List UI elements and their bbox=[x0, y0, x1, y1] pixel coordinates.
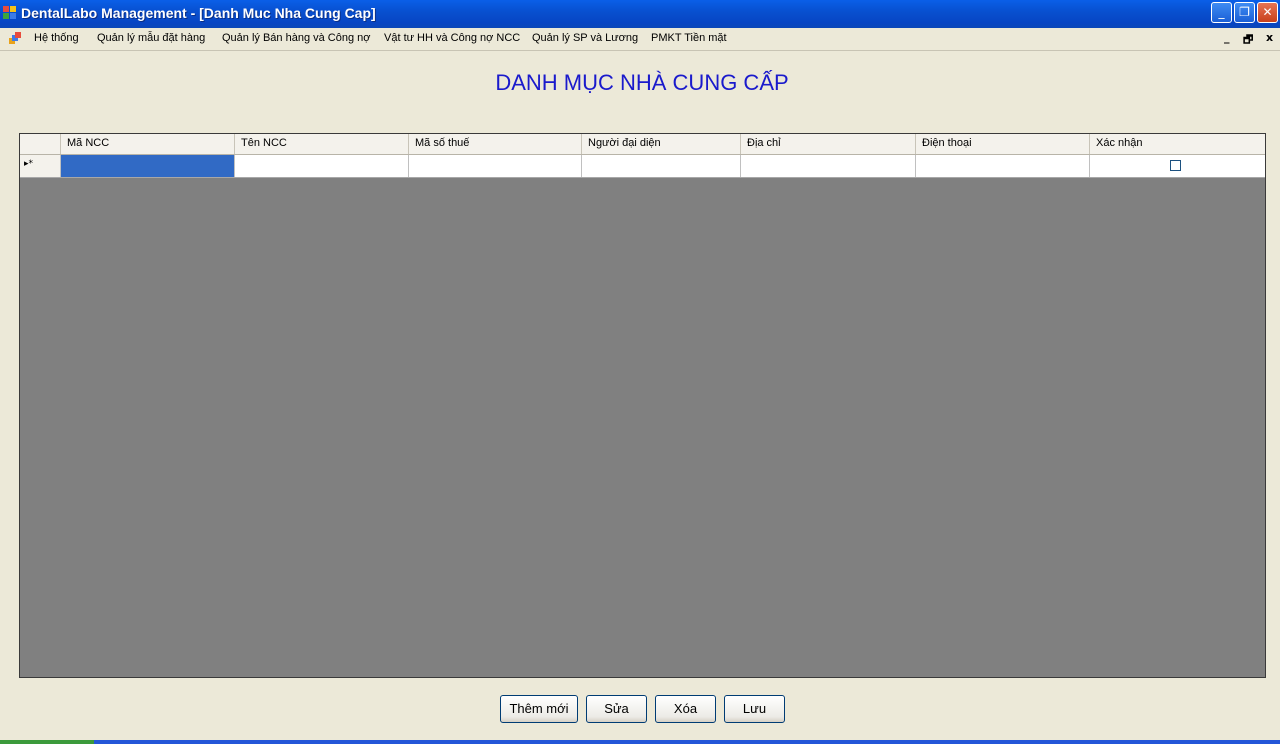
new-row-indicator-icon: ▸* bbox=[24, 159, 34, 169]
supplier-grid[interactable]: Mã NCC Tên NCC Mã số thuế Người đại diện… bbox=[19, 133, 1266, 678]
page-title: DANH MỤC NHÀ CUNG CẤP bbox=[495, 70, 789, 95]
cell-confirmed[interactable] bbox=[1090, 155, 1265, 177]
cell-representative[interactable] bbox=[582, 155, 741, 177]
grid-corner-header[interactable] bbox=[20, 134, 61, 154]
table-row-new[interactable]: ▸* bbox=[20, 155, 1265, 178]
mdi-restore-button[interactable]: 🗗 bbox=[1243, 31, 1253, 50]
menu-item-cash[interactable]: PMKT Tiền mặt bbox=[651, 32, 727, 44]
restore-button[interactable]: ❐ bbox=[1234, 2, 1255, 23]
cell-tax-code[interactable] bbox=[409, 155, 582, 177]
start-button[interactable] bbox=[0, 740, 94, 744]
cell-phone[interactable] bbox=[916, 155, 1090, 177]
minimize-button[interactable]: _ bbox=[1211, 2, 1232, 23]
menu-item-products[interactable]: Quản lý SP và Lương bbox=[532, 32, 638, 44]
column-header-address[interactable]: Địa chỉ bbox=[741, 134, 916, 154]
column-header-phone[interactable]: Điện thoại bbox=[916, 134, 1090, 154]
menu-bar: Hệ thống Quản lý mẫu đặt hàng Quản lý Bá… bbox=[0, 28, 1280, 51]
cell-supplier-code[interactable] bbox=[61, 155, 235, 177]
menu-item-sales[interactable]: Quản lý Bán hàng và Công nợ bbox=[222, 32, 370, 44]
mdi-child-icon[interactable] bbox=[9, 32, 22, 45]
save-button[interactable]: Lưu bbox=[724, 695, 785, 723]
cell-address[interactable] bbox=[741, 155, 916, 177]
title-bar[interactable]: DentalLabo Management - [Danh Muc Nha Cu… bbox=[0, 0, 1280, 28]
cell-supplier-name[interactable] bbox=[235, 155, 409, 177]
menu-item-materials[interactable]: Vật tư HH và Công nợ NCC bbox=[384, 32, 520, 44]
menu-item-system[interactable]: Hệ thống bbox=[34, 32, 79, 44]
confirmed-checkbox[interactable] bbox=[1170, 160, 1181, 171]
edit-button[interactable]: Sửa bbox=[586, 695, 647, 723]
column-header-supplier-name[interactable]: Tên NCC bbox=[235, 134, 409, 154]
mdi-minimize-button[interactable]: _ bbox=[1224, 31, 1230, 44]
column-header-tax-code[interactable]: Mã số thuế bbox=[409, 134, 582, 154]
column-header-confirmed[interactable]: Xác nhận bbox=[1090, 134, 1265, 154]
delete-button[interactable]: Xóa bbox=[655, 695, 716, 723]
mdi-close-button[interactable]: x bbox=[1266, 31, 1273, 44]
grid-header: Mã NCC Tên NCC Mã số thuế Người đại diện… bbox=[20, 134, 1265, 155]
column-header-representative[interactable]: Người đại diện bbox=[582, 134, 741, 154]
menu-item-orders[interactable]: Quản lý mẫu đặt hàng bbox=[97, 32, 205, 44]
app-icon bbox=[3, 6, 16, 19]
close-button[interactable]: ✕ bbox=[1257, 2, 1278, 23]
add-new-button[interactable]: Thêm mới bbox=[500, 695, 578, 723]
taskbar bbox=[0, 740, 1280, 744]
column-header-supplier-code[interactable]: Mã NCC bbox=[61, 134, 235, 154]
row-header[interactable]: ▸* bbox=[20, 155, 61, 177]
window-title: DentalLabo Management - [Danh Muc Nha Cu… bbox=[21, 5, 376, 21]
